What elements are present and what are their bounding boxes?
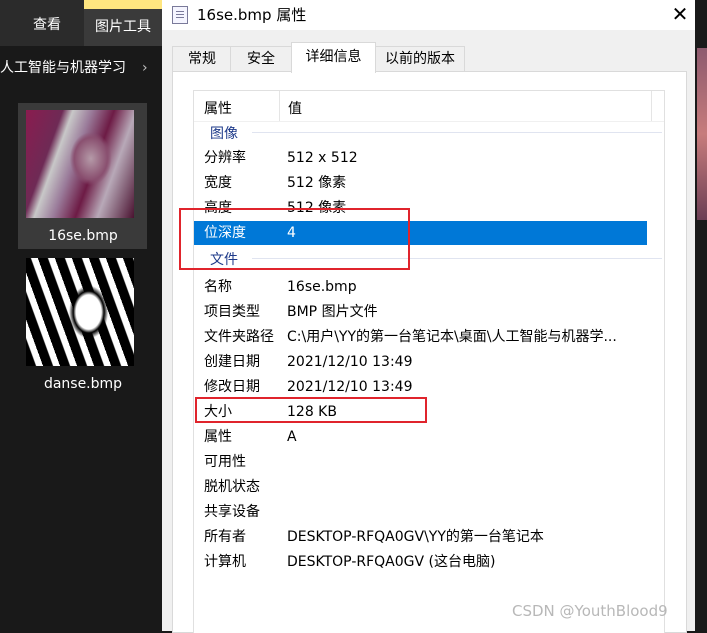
details-panel: 属性 值 图像 分辨率 512 x 512 宽度 512 像素 高度 512 像… bbox=[172, 71, 687, 633]
annotation-box-size bbox=[195, 397, 427, 423]
property-row[interactable]: 文件夹路径 C:\用户\YY的第一台笔记本\桌面\人工智能与机器学... bbox=[194, 325, 647, 349]
window-title: 16se.bmp 属性 bbox=[197, 6, 307, 24]
file-thumbnail-danse[interactable] bbox=[26, 258, 134, 366]
file-explorer: 查看 图片工具 人工智能与机器学习 › 16se.bmp danse.bmp bbox=[0, 0, 162, 631]
tab-general[interactable]: 常规 bbox=[172, 46, 232, 72]
ribbon-tab-picture-tools[interactable]: 图片工具 bbox=[84, 9, 162, 46]
property-row[interactable]: 可用性 bbox=[194, 450, 647, 474]
tab-security[interactable]: 安全 bbox=[230, 46, 292, 72]
property-row[interactable]: 项目类型 BMP 图片文件 bbox=[194, 300, 647, 324]
property-value: 16se.bmp bbox=[287, 279, 357, 295]
property-key: 修改日期 bbox=[204, 379, 260, 395]
property-key: 分辨率 bbox=[204, 150, 246, 166]
property-key: 脱机状态 bbox=[204, 479, 260, 495]
property-value: 512 x 512 bbox=[287, 150, 358, 166]
property-row[interactable]: 所有者 DESKTOP-RFQA0GV\YY的第一台笔记本 bbox=[194, 525, 647, 549]
property-key: 名称 bbox=[204, 279, 232, 295]
title-bar[interactable]: 16se.bmp 属性 ✕ bbox=[162, 0, 695, 30]
property-value: BMP 图片文件 bbox=[287, 304, 378, 320]
properties-dialog: 16se.bmp 属性 ✕ 常规 安全 详细信息 以前的版本 属性 值 图像 分… bbox=[162, 0, 695, 633]
property-row[interactable]: 计算机 DESKTOP-RFQA0GV (这台电脑) bbox=[194, 550, 647, 574]
property-key: 所有者 bbox=[204, 529, 246, 545]
ribbon-context-highlight bbox=[84, 0, 162, 9]
property-row[interactable]: 脱机状态 bbox=[194, 475, 647, 499]
background-image-fragment bbox=[697, 48, 707, 220]
property-row[interactable]: 修改日期 2021/12/10 13:49 bbox=[194, 375, 647, 399]
column-divider[interactable] bbox=[651, 91, 652, 121]
group-divider bbox=[252, 132, 662, 133]
property-value: 2021/12/10 13:49 bbox=[287, 379, 413, 395]
file-thumbnail-16se[interactable] bbox=[26, 110, 134, 218]
breadcrumb-folder[interactable]: 人工智能与机器学习 bbox=[0, 54, 126, 82]
property-row[interactable]: 共享设备 bbox=[194, 500, 647, 524]
property-key: 计算机 bbox=[204, 554, 246, 570]
column-divider[interactable] bbox=[279, 91, 280, 121]
property-row[interactable]: 名称 16se.bmp bbox=[194, 275, 647, 299]
property-row[interactable]: 宽度 512 像素 bbox=[194, 171, 647, 195]
property-list[interactable]: 属性 值 图像 分辨率 512 x 512 宽度 512 像素 高度 512 像… bbox=[193, 90, 665, 633]
property-value: C:\用户\YY的第一台笔记本\桌面\人工智能与机器学... bbox=[287, 329, 617, 345]
ribbon-tab-view[interactable]: 查看 bbox=[33, 14, 61, 34]
chevron-right-icon[interactable]: › bbox=[142, 54, 148, 82]
annotation-box-bit-depth bbox=[179, 208, 410, 270]
list-header: 属性 值 bbox=[194, 91, 664, 122]
property-key: 创建日期 bbox=[204, 354, 260, 370]
tab-bar: 常规 安全 详细信息 以前的版本 bbox=[172, 42, 672, 73]
column-header-property[interactable]: 属性 bbox=[204, 98, 232, 118]
tab-details[interactable]: 详细信息 bbox=[291, 42, 376, 73]
close-button[interactable]: ✕ bbox=[666, 2, 694, 26]
property-key: 文件夹路径 bbox=[204, 329, 274, 345]
group-title: 图像 bbox=[210, 126, 238, 142]
property-key: 项目类型 bbox=[204, 304, 260, 320]
ribbon: 查看 图片工具 bbox=[0, 0, 162, 46]
tab-previous-versions[interactable]: 以前的版本 bbox=[375, 46, 465, 72]
property-key: 属性 bbox=[204, 429, 232, 445]
property-row[interactable]: 分辨率 512 x 512 bbox=[194, 146, 647, 170]
file-name-label[interactable]: 16se.bmp bbox=[23, 228, 143, 244]
group-header-image: 图像 bbox=[194, 123, 664, 143]
file-name-label[interactable]: danse.bmp bbox=[23, 376, 143, 392]
property-row[interactable]: 属性 A bbox=[194, 425, 647, 449]
property-row[interactable]: 创建日期 2021/12/10 13:49 bbox=[194, 350, 647, 374]
property-value: A bbox=[287, 429, 297, 445]
column-header-value[interactable]: 值 bbox=[288, 98, 302, 118]
property-value: 512 像素 bbox=[287, 175, 347, 191]
property-value: DESKTOP-RFQA0GV\YY的第一台笔记本 bbox=[287, 529, 544, 545]
property-value: DESKTOP-RFQA0GV (这台电脑) bbox=[287, 554, 496, 570]
property-key: 宽度 bbox=[204, 175, 232, 191]
watermark: CSDN @YouthBlood9 bbox=[512, 602, 668, 620]
property-key: 可用性 bbox=[204, 454, 246, 470]
breadcrumb[interactable]: 人工智能与机器学习 › bbox=[0, 54, 162, 82]
background-window-edge bbox=[695, 0, 707, 631]
document-icon bbox=[172, 6, 188, 24]
property-key: 共享设备 bbox=[204, 504, 260, 520]
property-value: 2021/12/10 13:49 bbox=[287, 354, 413, 370]
